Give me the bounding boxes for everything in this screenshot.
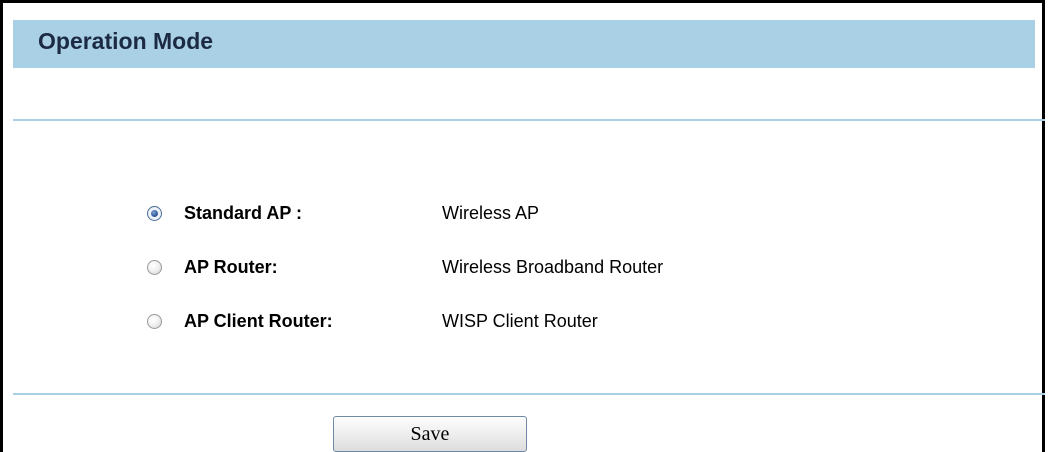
standard-ap-description: Wireless AP xyxy=(442,203,540,223)
ap-router-label: AP Router: xyxy=(184,257,278,277)
operation-mode-panel: Operation Mode Standard AP : Wireless AP… xyxy=(0,0,1045,452)
page-title: Operation Mode xyxy=(38,28,214,54)
mode-option-standard-ap[interactable]: Standard AP : Wireless AP xyxy=(143,200,843,230)
bottom-divider xyxy=(13,393,1045,395)
standard-ap-radio[interactable] xyxy=(147,206,162,221)
mode-option-ap-client-router[interactable]: AP Client Router: WISP Client Router xyxy=(143,308,843,338)
ap-client-router-radio[interactable] xyxy=(147,314,162,329)
mode-option-ap-router[interactable]: AP Router: Wireless Broadband Router xyxy=(143,254,843,284)
ap-router-radio[interactable] xyxy=(147,260,162,275)
save-button[interactable]: Save xyxy=(333,416,527,452)
ap-router-description: Wireless Broadband Router xyxy=(442,257,664,277)
ap-client-router-description: WISP Client Router xyxy=(442,311,598,331)
section-header: Operation Mode xyxy=(13,20,1035,68)
top-divider xyxy=(13,119,1045,121)
radio-selected-dot xyxy=(151,210,158,217)
standard-ap-label: Standard AP : xyxy=(184,203,303,223)
ap-client-router-label: AP Client Router: xyxy=(184,311,333,331)
